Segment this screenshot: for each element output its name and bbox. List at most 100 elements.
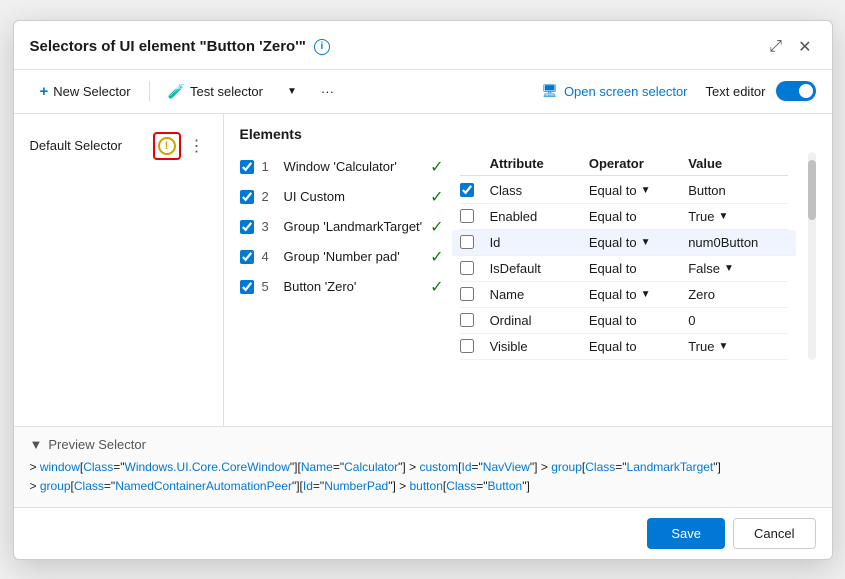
- attr-row-enabled: Enabled Equal to True ▼: [460, 204, 788, 230]
- attr-operator-enabled: Equal to: [589, 209, 688, 224]
- test-selector-label: Test selector: [190, 84, 263, 99]
- element-check-1: ✓: [430, 157, 443, 177]
- text-editor-toggle[interactable]: [776, 81, 816, 101]
- attr-checkbox-isdefault[interactable]: [460, 261, 474, 275]
- operator-chevron-id[interactable]: ▼: [641, 237, 651, 248]
- element-name-3: Group 'LandmarkTarget': [284, 219, 423, 234]
- attr-checkbox-id[interactable]: [460, 235, 474, 249]
- restore-button[interactable]: ⤢: [765, 36, 786, 58]
- element-name-2: UI Custom: [284, 189, 423, 204]
- element-num-2: 2: [262, 189, 276, 204]
- warning-icon-box[interactable]: !: [153, 132, 181, 160]
- element-num-5: 5: [262, 279, 276, 294]
- attr-header-attribute: Attribute: [490, 156, 589, 171]
- element-check-3: ✓: [430, 217, 443, 237]
- row-more-icon[interactable]: ⋮: [187, 134, 207, 158]
- element-name-4: Group 'Number pad': [284, 249, 423, 264]
- attr-checkbox-visible[interactable]: [460, 339, 474, 353]
- info-icon[interactable]: i: [314, 39, 330, 55]
- element-checkbox-3[interactable]: [240, 220, 254, 234]
- restore-icon: ⤢: [769, 38, 782, 56]
- attr-operator-class: Equal to ▼: [589, 183, 688, 198]
- attr-value-ordinal: 0: [688, 313, 787, 328]
- preview-line-2: > group[Class="NamedContainerAutomationP…: [30, 477, 816, 496]
- attr-row-ordinal: Ordinal Equal to 0: [460, 308, 788, 334]
- element-item-1: 1 Window 'Calculator' ✓: [240, 152, 444, 182]
- cancel-button[interactable]: Cancel: [733, 518, 815, 549]
- elements-title: Elements: [240, 126, 816, 142]
- open-screen-label: Open screen selector: [564, 84, 688, 99]
- attr-name-enabled: Enabled: [490, 209, 589, 224]
- element-item-3: 3 Group 'LandmarkTarget' ✓: [240, 212, 444, 242]
- elements-list: 1 Window 'Calculator' ✓ 2 UI Custom ✓ 3 …: [240, 152, 444, 348]
- element-item-5: 5 Button 'Zero' ✓: [240, 272, 444, 302]
- attributes-section: Attribute Operator Value Class Equal to …: [460, 152, 788, 360]
- more-options-button[interactable]: ···: [311, 79, 344, 104]
- preview-chevron-icon: ▼: [30, 437, 43, 452]
- text-editor-label: Text editor: [706, 84, 766, 99]
- default-selector-label: Default Selector: [30, 138, 147, 153]
- chevron-down-button[interactable]: ▼: [277, 81, 307, 102]
- warning-icon: !: [158, 137, 176, 155]
- element-item-2: 2 UI Custom ✓: [240, 182, 444, 212]
- preview-title[interactable]: ▼ Preview Selector: [30, 437, 816, 452]
- attr-checkbox-enabled[interactable]: [460, 209, 474, 223]
- attr-operator-id: Equal to ▼: [589, 235, 688, 250]
- close-button[interactable]: ✕: [794, 35, 815, 59]
- operator-chevron-name[interactable]: ▼: [641, 289, 651, 300]
- element-check-2: ✓: [430, 187, 443, 207]
- attr-operator-name: Equal to ▼: [589, 287, 688, 302]
- preview-line-1: > window[Class="Windows.UI.Core.CoreWind…: [30, 458, 816, 477]
- new-selector-label: New Selector: [53, 84, 130, 99]
- toolbar-separator-1: [149, 81, 150, 101]
- dialog-header: Selectors of UI element "Button 'Zero'" …: [14, 21, 832, 70]
- close-icon: ✕: [798, 37, 811, 57]
- toolbar-right: 🖥 Open screen selector Text editor: [533, 79, 815, 103]
- attr-operator-ordinal: Equal to: [589, 313, 688, 328]
- attr-name-name: Name: [490, 287, 589, 302]
- attr-row-class: Class Equal to ▼ Button: [460, 178, 788, 204]
- attr-name-ordinal: Ordinal: [490, 313, 589, 328]
- attr-value-visible: True ▼: [688, 339, 787, 354]
- more-icon: ···: [321, 84, 334, 99]
- attr-checkbox-class[interactable]: [460, 183, 474, 197]
- attr-checkbox-name[interactable]: [460, 287, 474, 301]
- attr-checkbox-ordinal[interactable]: [460, 313, 474, 327]
- element-checkbox-4[interactable]: [240, 250, 254, 264]
- test-selector-button[interactable]: 🧪 Test selector: [158, 78, 273, 105]
- scrollbar[interactable]: [808, 152, 816, 360]
- screen-icon: 🖥: [541, 83, 558, 99]
- attr-value-class: Button: [688, 183, 787, 198]
- attr-name-id: Id: [490, 235, 589, 250]
- attr-header-value: Value: [688, 156, 787, 171]
- plus-icon: +: [40, 83, 49, 100]
- element-checkbox-1[interactable]: [240, 160, 254, 174]
- preview-code: > window[Class="Windows.UI.Core.CoreWind…: [30, 458, 816, 496]
- preview-section: ▼ Preview Selector > window[Class="Windo…: [14, 426, 832, 506]
- element-checkbox-5[interactable]: [240, 280, 254, 294]
- preview-title-label: Preview Selector: [48, 437, 146, 452]
- value-chevron-enabled[interactable]: ▼: [718, 211, 728, 222]
- dialog-header-right: ⤢ ✕: [765, 35, 815, 59]
- attr-value-id: num0Button: [688, 235, 787, 250]
- beaker-icon: 🧪: [168, 83, 185, 100]
- element-checkbox-2[interactable]: [240, 190, 254, 204]
- value-chevron-visible[interactable]: ▼: [718, 341, 728, 352]
- dialog-title: Selectors of UI element "Button 'Zero'": [30, 38, 306, 55]
- attr-name-class: Class: [490, 183, 589, 198]
- main-content: Default Selector ! ⋮ Elements 1 Window '…: [14, 114, 832, 427]
- attr-value-name: Zero: [688, 287, 787, 302]
- scrollbar-thumb[interactable]: [808, 160, 816, 220]
- attr-header: Attribute Operator Value: [460, 152, 788, 176]
- save-button[interactable]: Save: [647, 518, 725, 549]
- open-screen-selector-button[interactable]: 🖥 Open screen selector: [533, 79, 695, 103]
- new-selector-button[interactable]: + New Selector: [30, 78, 141, 105]
- operator-chevron-class[interactable]: ▼: [641, 185, 651, 196]
- attr-row-id: Id Equal to ▼ num0Button: [452, 230, 796, 256]
- value-chevron-isdefault[interactable]: ▼: [724, 263, 734, 274]
- element-check-5: ✓: [430, 277, 443, 297]
- element-name-5: Button 'Zero': [284, 279, 423, 294]
- attr-row-visible: Visible Equal to True ▼: [460, 334, 788, 360]
- attr-header-operator: Operator: [589, 156, 688, 171]
- element-num-4: 4: [262, 249, 276, 264]
